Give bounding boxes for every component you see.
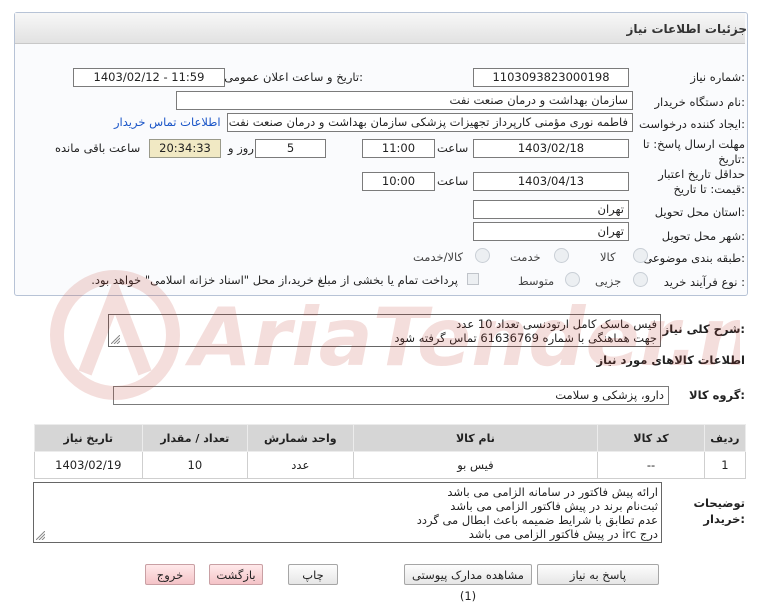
remaining-label: ساعت باقی مانده: [55, 141, 141, 155]
col-quantity: تعداد / مقدار: [141, 424, 249, 452]
need-number-field: 1103093823000198: [473, 68, 629, 87]
province-label: استان محل تحویل:: [654, 205, 745, 219]
buyer-org-field: سازمان بهداشت و درمان صنعت نفت: [176, 91, 633, 110]
announce-label: تاریخ و ساعت اعلان عمومی:: [224, 70, 363, 84]
panel-title: جزئیات اطلاعات نیاز: [626, 22, 747, 36]
city-label: شهر محل تحویل:: [661, 229, 745, 243]
treasury-note: پرداخت تمام یا بخشی از مبلغ خرید،از محل …: [91, 273, 458, 287]
goods-group-label: گروه کالا:: [689, 388, 745, 402]
goods-section-title: اطلاعات کالاهای مورد نیاز: [596, 353, 745, 367]
cell-row: 1: [703, 451, 747, 479]
note-line-1: ارائه پیش فاکتور در سامانه الزامی می باش…: [447, 485, 658, 499]
need-number-label: شماره نیاز:: [690, 70, 745, 84]
category-option-service: خدمت: [510, 250, 541, 264]
validity-label: حداقل تاریخ اعتبار: [658, 167, 745, 181]
city-field: تهران: [473, 222, 629, 241]
creator-field: فاطمه نوری مؤمنی کارپرداز تجهیزات پزشکی …: [227, 113, 633, 132]
validity-date-field: 1403/04/13: [473, 172, 629, 191]
validity-time-field: 10:00: [362, 172, 435, 191]
goods-table-header: تاریخ نیاز تعداد / مقدار واحد شمارش نام …: [34, 424, 747, 452]
cell-unit: عدد: [247, 451, 354, 479]
summary-label: شرح کلی نیاز:: [662, 322, 745, 336]
back-button[interactable]: بازگشت: [209, 564, 263, 585]
buyer-contact-link[interactable]: اطلاعات تماس خریدار: [114, 115, 221, 129]
remaining-timer: 20:34:33: [149, 139, 221, 158]
purchase-option-minor: جزیی: [595, 274, 622, 288]
buyer-notes-textarea[interactable]: ارائه پیش فاکتور در سامانه الزامی می باش…: [33, 482, 662, 543]
creator-label: ایجاد کننده درخواست:: [639, 117, 745, 131]
table-row: 1403/02/19 10 عدد فیس بو -- 1: [34, 451, 747, 479]
province-field: تهران: [473, 200, 629, 219]
buyer-org-label: نام دستگاه خریدار:: [654, 95, 745, 109]
cell-quantity: 10: [141, 451, 249, 479]
attachments-button[interactable]: مشاهده مدارک پیوستی (1): [404, 564, 532, 603]
days-label: روز و: [228, 141, 254, 155]
print-button[interactable]: چاپ: [288, 564, 338, 585]
reply-time-field: 11:00: [362, 139, 435, 158]
category-radio-both[interactable]: [475, 248, 490, 263]
purchase-option-medium: متوسط: [518, 274, 555, 288]
summary-textarea[interactable]: فیس ماسک کامل ارتودنسی تعداد 10 عدد جهت …: [108, 314, 661, 347]
reply-time-label: ساعت: [437, 141, 469, 155]
purchase-radio-medium[interactable]: [565, 272, 580, 287]
note-line-2: ثبت‌نام برند در پیش فاکتور الزامی می باش…: [450, 499, 658, 513]
resize-grip-icon[interactable]: [111, 335, 120, 344]
col-goods-name: نام کالا: [352, 424, 599, 452]
purchase-radio-minor[interactable]: [633, 272, 648, 287]
col-need-date: تاریخ نیاز: [34, 424, 143, 452]
summary-line-2: جهت هماهنگی با شماره 61636769 تماس گرفته…: [394, 331, 657, 345]
cell-need-date: 1403/02/19: [34, 451, 143, 479]
col-unit: واحد شمارش: [247, 424, 354, 452]
reply-deadline-label-2: تاریخ:: [718, 152, 745, 166]
col-goods-code: کد کالا: [597, 424, 705, 452]
cell-goods-name: فیس بو: [352, 451, 599, 479]
goods-group-field: دارو، پزشکی و سلامت: [113, 386, 669, 405]
reply-button[interactable]: پاسخ به نیاز: [537, 564, 659, 585]
validity-label-2: قیمت: تا تاریخ:: [673, 182, 745, 196]
cell-goods-code: --: [597, 451, 705, 479]
category-radio-goods[interactable]: [633, 248, 648, 263]
category-label: طبقه بندی موضوعی:: [643, 251, 745, 265]
buyer-notes-label-2: خریدار:: [703, 512, 745, 526]
exit-button[interactable]: خروج: [145, 564, 195, 585]
buyer-notes-label: توضیحات: [693, 496, 746, 510]
note-line-3: عدم تطابق با شرایط ضمیمه باعث ابطال می گ…: [416, 513, 658, 527]
goods-table: تاریخ نیاز تعداد / مقدار واحد شمارش نام …: [34, 424, 747, 479]
resize-grip-icon[interactable]: [36, 531, 45, 540]
days-field: 5: [255, 139, 326, 158]
reply-deadline-label: مهلت ارسال پاسخ: تا: [642, 137, 745, 151]
category-option-both: کالا/خدمت: [413, 250, 464, 264]
treasury-checkbox[interactable]: [467, 273, 479, 285]
note-line-4: درج irc در پیش فاکتور الزامی می باشد: [468, 527, 658, 541]
summary-line-1: فیس ماسک کامل ارتودنسی تعداد 10 عدد: [456, 317, 657, 331]
purchase-type-label: نوع فرآیند خرید :: [663, 275, 745, 289]
category-radio-service[interactable]: [554, 248, 569, 263]
col-row: ردیف: [703, 424, 747, 452]
reply-date-field: 1403/02/18: [473, 139, 629, 158]
announce-field: 1403/02/12 - 11:59: [73, 68, 225, 87]
validity-time-label: ساعت: [437, 174, 469, 188]
category-option-goods: کالا: [600, 250, 616, 264]
